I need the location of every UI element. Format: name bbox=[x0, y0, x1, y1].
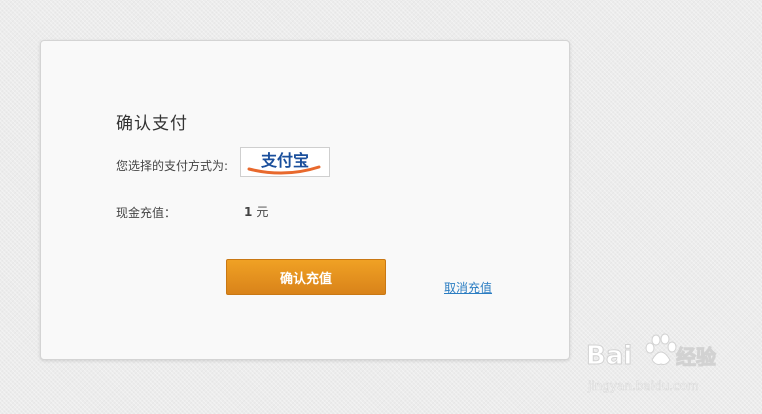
baidu-jingyan-watermark: Bai 经验 jingyan.baidu.com bbox=[586, 330, 736, 400]
payment-confirm-dialog: 确认支付 您选择的支付方式为: 支付宝 现金充值： 1元 确认充值 取消充值 bbox=[40, 40, 570, 360]
cancel-recharge-link[interactable]: 取消充值 bbox=[444, 279, 492, 296]
payment-method-label: 您选择的支付方式为: bbox=[116, 159, 229, 173]
amount-number: 1 bbox=[244, 205, 253, 219]
dialog-title: 确认支付 bbox=[116, 114, 188, 134]
watermark-jingyan-text: 经验 bbox=[676, 345, 716, 369]
alipay-logo: 支付宝 bbox=[240, 147, 330, 177]
amount-label: 现金充值： bbox=[116, 206, 177, 220]
alipay-logo-text: 支付宝 bbox=[260, 151, 309, 170]
confirm-recharge-button[interactable]: 确认充值 bbox=[226, 259, 386, 295]
watermark-bai-text: Bai bbox=[586, 341, 632, 371]
amount-value: 1元 bbox=[244, 203, 268, 220]
paw-icon bbox=[645, 333, 677, 365]
amount-unit: 元 bbox=[256, 205, 269, 219]
watermark-url-text: jingyan.baidu.com bbox=[587, 379, 699, 393]
